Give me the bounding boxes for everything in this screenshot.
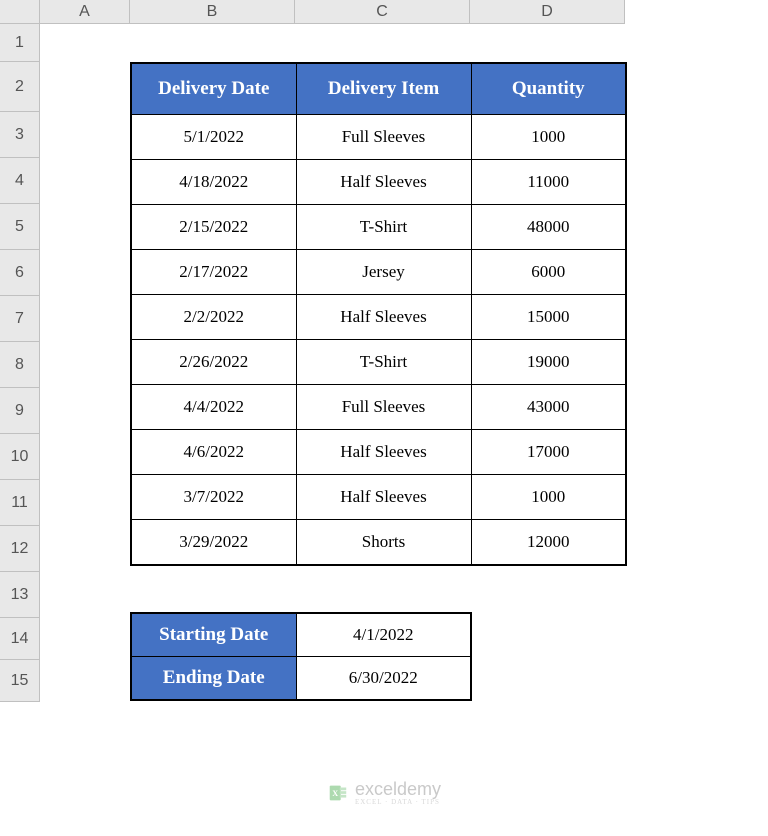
col-header-A[interactable]: A [40,0,130,24]
cell-date[interactable]: 4/6/2022 [131,430,296,475]
table-header-1: Delivery Item [296,63,471,115]
cell-qty[interactable]: 43000 [471,385,626,430]
cell-date[interactable]: 2/26/2022 [131,340,296,385]
row-headers: 123456789101112131415 [0,24,40,702]
cell-date[interactable]: 4/18/2022 [131,160,296,205]
cell-qty[interactable]: 1000 [471,115,626,160]
cell-item[interactable]: Half Sleeves [296,430,471,475]
cell-date[interactable]: 4/4/2022 [131,385,296,430]
svg-text:X: X [332,788,338,797]
cell-date[interactable]: 2/15/2022 [131,205,296,250]
row-header-2[interactable]: 2 [0,62,40,112]
ending-date-value[interactable]: 6/30/2022 [296,657,471,701]
cell-item[interactable]: Full Sleeves [296,115,471,160]
cell-qty[interactable]: 48000 [471,205,626,250]
cell-item[interactable]: Half Sleeves [296,295,471,340]
cell-item[interactable]: T-Shirt [296,340,471,385]
row-header-10[interactable]: 10 [0,434,40,480]
table-row: 2/15/2022T-Shirt48000 [131,205,626,250]
row-header-13[interactable]: 13 [0,572,40,618]
cell-date[interactable]: 5/1/2022 [131,115,296,160]
cell-qty[interactable]: 1000 [471,475,626,520]
cell-qty[interactable]: 19000 [471,340,626,385]
row-header-4[interactable]: 4 [0,158,40,204]
table-row: 2/26/2022T-Shirt19000 [131,340,626,385]
cell-date[interactable]: 2/17/2022 [131,250,296,295]
row-header-8[interactable]: 8 [0,342,40,388]
cell-item[interactable]: Shorts [296,520,471,566]
watermark: X exceldemy EXCEL · DATA · TIPS [327,779,441,806]
cell-qty[interactable]: 12000 [471,520,626,566]
table-row: 4/4/2022Full Sleeves43000 [131,385,626,430]
starting-date-label: Starting Date [131,613,296,657]
row-header-5[interactable]: 5 [0,204,40,250]
cell-qty[interactable]: 6000 [471,250,626,295]
col-header-D[interactable]: D [470,0,625,24]
table-header-0: Delivery Date [131,63,296,115]
table-row: 3/7/2022Half Sleeves1000 [131,475,626,520]
table-row: 4/6/2022Half Sleeves17000 [131,430,626,475]
cell-item[interactable]: Jersey [296,250,471,295]
row-header-3[interactable]: 3 [0,112,40,158]
row-header-6[interactable]: 6 [0,250,40,296]
row-header-15[interactable]: 15 [0,660,40,702]
cell-date[interactable]: 3/7/2022 [131,475,296,520]
cell-date[interactable]: 3/29/2022 [131,520,296,566]
cell-qty[interactable]: 11000 [471,160,626,205]
cell-item[interactable]: Half Sleeves [296,475,471,520]
spreadsheet-content: Delivery DateDelivery ItemQuantity 5/1/2… [40,24,768,701]
cell-qty[interactable]: 15000 [471,295,626,340]
table-row: 2/17/2022Jersey6000 [131,250,626,295]
table-row: 2/2/2022Half Sleeves15000 [131,295,626,340]
row-header-1[interactable]: 1 [0,24,40,62]
column-headers: ABCD [40,0,625,24]
table-header-2: Quantity [471,63,626,115]
row-header-12[interactable]: 12 [0,526,40,572]
date-range-table: Starting Date 4/1/2022 Ending Date 6/30/… [130,612,472,701]
starting-date-value[interactable]: 4/1/2022 [296,613,471,657]
cell-item[interactable]: Full Sleeves [296,385,471,430]
col-header-C[interactable]: C [295,0,470,24]
row-header-14[interactable]: 14 [0,618,40,660]
row-header-9[interactable]: 9 [0,388,40,434]
watermark-brand: exceldemy [355,779,441,799]
col-header-B[interactable]: B [130,0,295,24]
table-row: 5/1/2022Full Sleeves1000 [131,115,626,160]
excel-icon: X [327,782,349,804]
table-row: 4/18/2022Half Sleeves11000 [131,160,626,205]
cell-date[interactable]: 2/2/2022 [131,295,296,340]
row-header-11[interactable]: 11 [0,480,40,526]
row-header-7[interactable]: 7 [0,296,40,342]
select-all-cell[interactable] [0,0,40,24]
ending-date-label: Ending Date [131,657,296,701]
cell-item[interactable]: T-Shirt [296,205,471,250]
cell-qty[interactable]: 17000 [471,430,626,475]
watermark-tagline: EXCEL · DATA · TIPS [355,798,441,806]
cell-item[interactable]: Half Sleeves [296,160,471,205]
table-row: 3/29/2022Shorts12000 [131,520,626,566]
delivery-table: Delivery DateDelivery ItemQuantity 5/1/2… [130,62,627,566]
